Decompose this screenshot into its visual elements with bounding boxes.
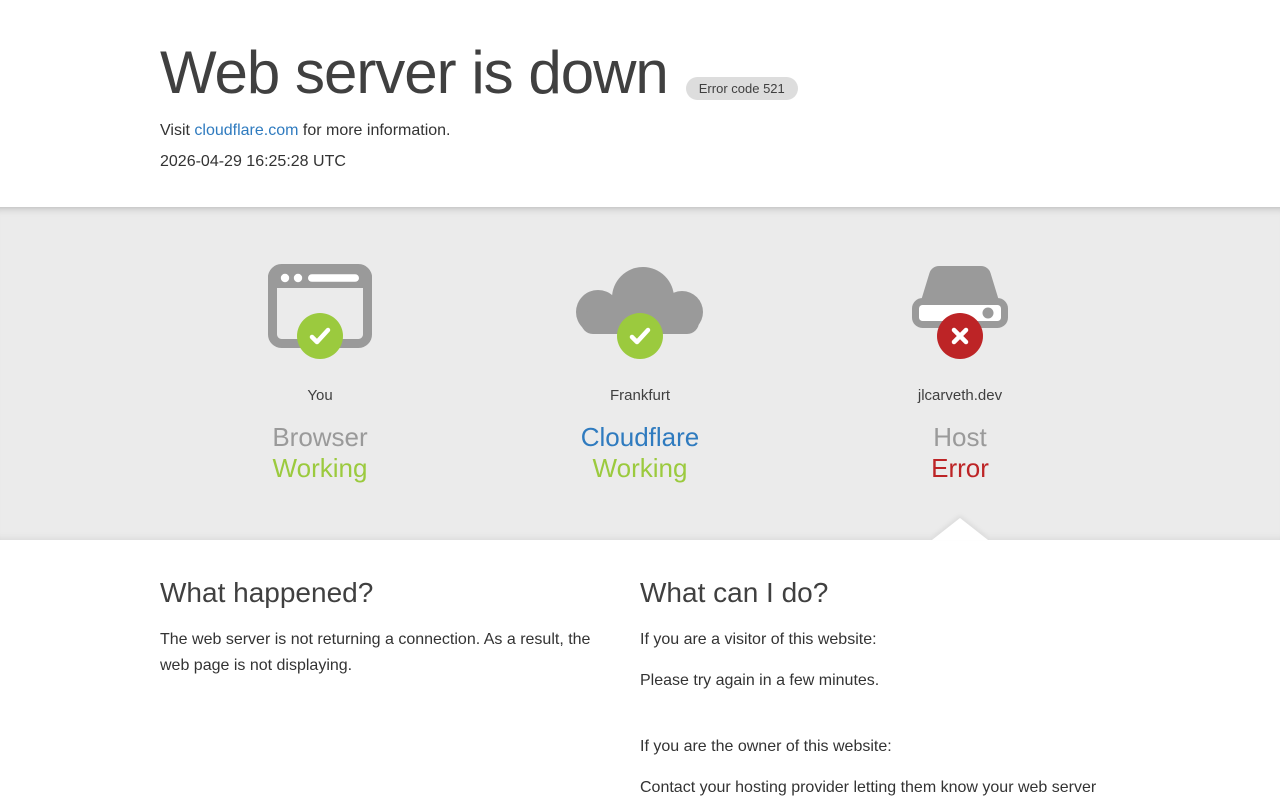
status-column-host: jlcarveth.dev Host Error [800, 264, 1120, 484]
status-entity: Browser [272, 422, 368, 452]
status-location: jlcarveth.dev [917, 387, 1003, 404]
status-state: Working [592, 452, 688, 483]
status-column-browser: You Browser Working [160, 264, 480, 484]
status-location: You [307, 387, 333, 404]
check-badge-icon [297, 313, 343, 359]
details-section: What happened? The web server is not ret… [0, 540, 1280, 800]
what-happened-body: The web server is not returning a connec… [160, 631, 591, 675]
status-state: Working [272, 452, 368, 483]
status-column-cloudflare: Frankfurt Cloudflare Working [480, 264, 800, 484]
visit-suffix: for more information. [298, 122, 451, 139]
visitor-label: If you are a visitor of this website: [640, 631, 877, 649]
visit-prefix: Visit [160, 122, 195, 139]
check-badge-icon [617, 313, 663, 359]
status-entity: Host [933, 422, 987, 452]
status-entity: Cloudflare [480, 422, 800, 453]
page-title: Web server is down [160, 39, 669, 106]
what-happened-column: What happened? The web server is not ret… [160, 573, 640, 800]
status-strip: You Browser Working Frankfurt Cloudflare… [0, 207, 1280, 540]
owner-advice: Contact your hosting provider letting th… [640, 775, 1108, 800]
owner-label: If you are the owner of this website: [640, 738, 892, 755]
cloudflare-com-link[interactable]: cloudflare.com [194, 122, 298, 139]
what-happened-heading: What happened? [160, 577, 374, 608]
error-code-badge: Error code 521 [685, 77, 798, 101]
cloudflare-status-link[interactable]: Cloudflare [581, 422, 700, 452]
cross-badge-icon [937, 313, 983, 359]
owner-advice-text: Contact your hosting provider letting th… [640, 778, 1097, 796]
header: Web server is down Error code 521 Visit c… [0, 0, 1280, 207]
timestamp: 2026-04-29 16:25:28 UTC [160, 153, 346, 170]
what-can-i-do-heading: What can I do? [640, 577, 829, 608]
what-can-i-do-column: What can I do? If you are a visitor of t… [640, 573, 1120, 800]
visitor-advice: Please try again in a few minutes. [640, 672, 880, 690]
caret-up-notch [932, 518, 988, 540]
status-state: Error [931, 452, 989, 483]
visit-info-line: Visit cloudflare.com for more informatio… [160, 122, 1120, 140]
status-location: Frankfurt [609, 387, 670, 404]
